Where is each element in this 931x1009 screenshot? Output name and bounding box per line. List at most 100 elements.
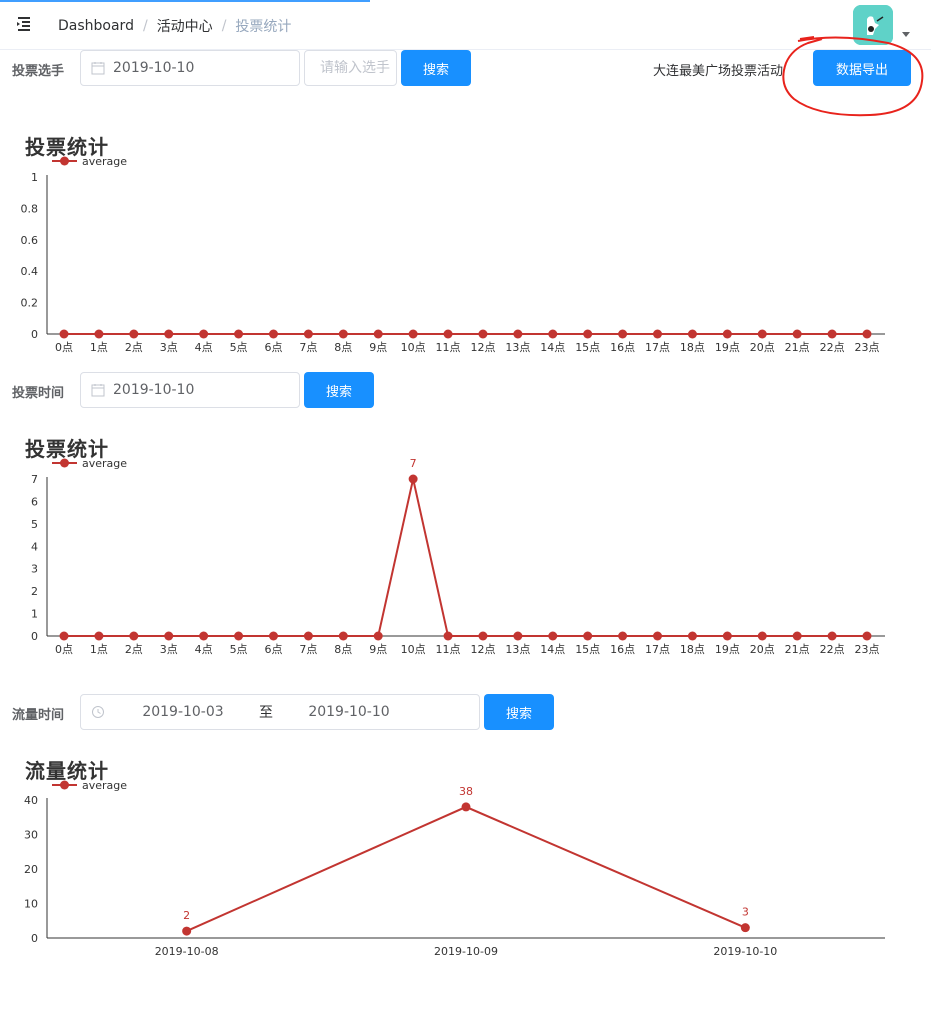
y-tick-label: 4 (31, 540, 38, 553)
y-tick-label: 0.8 (21, 202, 39, 215)
x-tick-label: 21点 (785, 341, 810, 354)
data-point (687, 631, 697, 641)
data-point (757, 631, 767, 641)
data-point (129, 329, 139, 339)
y-tick-label: 2 (31, 585, 38, 598)
x-tick-label: 14点 (540, 341, 565, 354)
x-tick-label: 7点 (299, 341, 317, 354)
y-tick-label: 30 (24, 829, 38, 842)
y-tick-label: 0 (31, 630, 38, 643)
legend-marker (60, 156, 69, 166)
legend-label: average (82, 779, 127, 792)
legend[interactable]: average (52, 457, 127, 470)
data-point (862, 329, 872, 339)
data-point (548, 329, 558, 339)
traffic-chart: average 0 10 20 30 40 2019-10-08 2019-10-09 2019… (24, 779, 885, 958)
x-tick-label: 1点 (90, 643, 108, 656)
chevron-down-icon[interactable] (902, 32, 910, 37)
vote-player-chart: average00.20.40.60.810点 1点 2点 3点 4点 5点 6点 7点 8点 9… (21, 155, 885, 354)
x-tick-label: 20点 (750, 643, 775, 656)
traffic-time-label: 流量时间 (12, 708, 65, 723)
data-point (862, 631, 872, 641)
x-tick-label: 2019-10-08 (155, 945, 219, 958)
data-point (338, 329, 348, 339)
legend[interactable]: average (52, 155, 127, 168)
player-date-picker[interactable] (80, 50, 300, 86)
vote-time-search-button[interactable]: 搜索 (304, 372, 374, 408)
x-tick-label: 5点 (230, 341, 248, 354)
x-tick-label: 19点 (715, 643, 740, 656)
data-point (583, 631, 593, 641)
y-tick-label: 0.6 (21, 234, 39, 247)
x-tick-label: 12点 (470, 341, 495, 354)
data-point (548, 631, 558, 641)
y-tick-label: 10 (24, 898, 38, 911)
x-tick-label: 2点 (125, 643, 143, 656)
breadcrumb-item-activity-center[interactable]: 活动中心 (157, 16, 213, 36)
legend-marker (60, 780, 69, 790)
export-data-button[interactable]: 数据导出 (813, 50, 911, 86)
traffic-end-input[interactable] (279, 704, 419, 720)
data-point (618, 329, 628, 339)
data-point (373, 631, 383, 641)
data-point (338, 631, 348, 641)
player-filter-label: 投票选手 (12, 64, 65, 79)
data-point (408, 474, 418, 484)
x-tick-label: 13点 (505, 643, 530, 656)
x-tick-label: 4点 (195, 643, 213, 656)
x-tick-label: 7点 (299, 643, 317, 656)
data-point (827, 631, 837, 641)
data-point (408, 329, 418, 339)
data-point (373, 329, 383, 339)
y-tick-label: 0.2 (21, 297, 39, 310)
x-tick-label: 2019-10-09 (434, 945, 498, 958)
x-tick-label: 19点 (715, 341, 740, 354)
data-point (653, 631, 663, 641)
player-date-input[interactable] (113, 60, 299, 76)
data-point (687, 329, 697, 339)
y-tick-label: 6 (31, 495, 38, 508)
breadcrumb-item-vote-stats: 投票统计 (235, 19, 292, 35)
x-tick-label: 15点 (575, 643, 600, 656)
vote-date-picker[interactable] (80, 372, 300, 408)
x-tick-label: 12点 (470, 643, 495, 656)
x-tick-label: 0点 (55, 643, 73, 656)
data-label: 7 (410, 457, 417, 470)
x-tick-label: 22点 (820, 341, 845, 354)
x-tick-label: 10点 (401, 643, 426, 656)
x-tick-label: 18点 (680, 341, 705, 354)
data-point (94, 631, 104, 641)
legend[interactable]: average (52, 779, 127, 792)
legend-label: average (82, 457, 127, 470)
calendar-icon (91, 62, 105, 75)
x-tick-label: 3点 (160, 341, 178, 354)
traffic-date-range-picker[interactable]: 至 (80, 694, 480, 730)
data-point (59, 631, 69, 641)
breadcrumb-item-dashboard[interactable]: Dashboard (58, 18, 134, 34)
x-tick-label: 9点 (369, 341, 387, 354)
player-name-field[interactable] (304, 50, 397, 86)
player-name-input[interactable] (320, 60, 396, 76)
data-point (513, 631, 523, 641)
breadcrumb: Dashboard / 活动中心 / 投票统计 (58, 16, 292, 36)
data-point (722, 329, 732, 339)
y-tick-label: 40 (24, 794, 38, 807)
x-tick-label: 13点 (505, 341, 530, 354)
player-search-button[interactable]: 搜索 (401, 50, 471, 86)
data-point (618, 631, 628, 641)
x-tick-label: 3点 (160, 643, 178, 656)
hamburger-icon[interactable] (12, 12, 36, 36)
series-line (186, 805, 746, 933)
x-tick-label: 5点 (230, 643, 248, 656)
data-point (234, 329, 244, 339)
vote-date-input[interactable] (113, 382, 299, 398)
x-tick-label: 6点 (264, 643, 282, 656)
avatar[interactable] (853, 5, 893, 45)
traffic-start-input[interactable] (113, 704, 253, 720)
data-point (182, 926, 192, 936)
y-tick-label: 1 (31, 171, 38, 184)
data-point (478, 329, 488, 339)
data-point (94, 329, 104, 339)
y-tick-label: 0 (31, 932, 38, 945)
traffic-search-button[interactable]: 搜索 (484, 694, 554, 730)
